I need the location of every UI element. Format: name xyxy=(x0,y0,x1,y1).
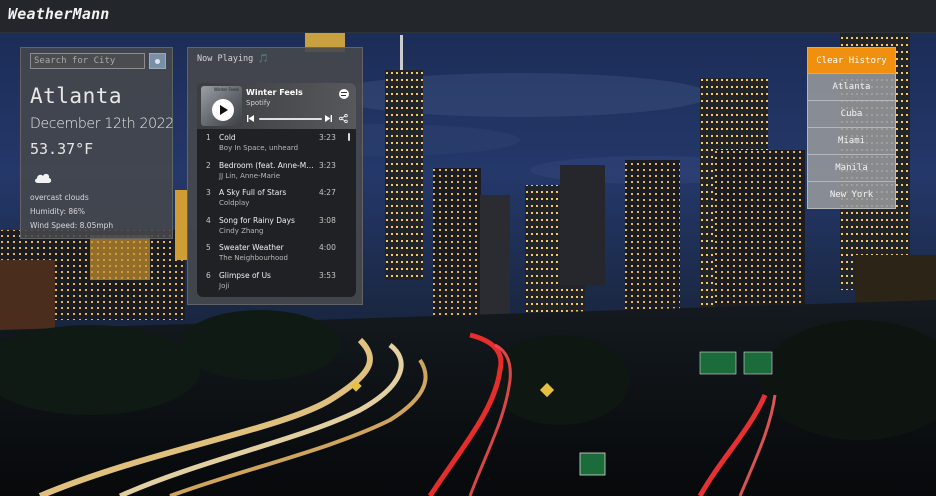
history-city-button[interactable]: Manila xyxy=(807,155,896,182)
track-number: 1 xyxy=(206,133,211,142)
track-row[interactable]: 4 Song for Rainy Days Cindy Zhang 3:08 xyxy=(197,214,356,242)
search-button[interactable] xyxy=(149,53,166,69)
track-row[interactable]: 2 Bedroom (feat. Anne-Mar... JJ Lin, Ann… xyxy=(197,159,356,187)
track-list-scrollbar[interactable] xyxy=(348,133,350,141)
spotify-logo-icon[interactable] xyxy=(339,89,349,99)
playlist-source[interactable]: Spotify xyxy=(246,99,270,107)
clear-history-button[interactable]: Clear History xyxy=(807,47,896,74)
progress-bar[interactable] xyxy=(259,118,322,120)
track-title: Song for Rainy Days xyxy=(219,215,295,225)
track-duration: 3:23 xyxy=(319,160,336,170)
track-title: Glimpse of Us xyxy=(219,270,271,280)
album-art-text: Winter Feels xyxy=(214,87,239,92)
track-number: 2 xyxy=(206,160,211,170)
current-date: December 12th 2022 xyxy=(30,116,174,132)
history-city-button[interactable]: Cuba xyxy=(807,101,896,128)
track-artist: Joji xyxy=(219,281,230,290)
previous-track-icon[interactable] xyxy=(247,115,254,122)
track-list: 1 Cold Boy In Space, unheard 3:23 2 Bedr… xyxy=(197,131,356,296)
wind-speed: Wind Speed: 8.05mph xyxy=(30,221,114,230)
spotify-embed: Winter Feels Winter Feels Spotify 1 Cold… xyxy=(197,83,356,297)
track-row[interactable]: 3 A Sky Full of Stars Coldplay 4:27 xyxy=(197,186,356,214)
album-art: Winter Feels xyxy=(201,86,242,126)
track-duration: 3:08 xyxy=(319,215,336,225)
player-header: Winter Feels Winter Feels Spotify xyxy=(197,83,356,129)
track-number: 3 xyxy=(206,188,211,197)
track-artist: Coldplay xyxy=(219,199,250,207)
next-track-icon[interactable] xyxy=(325,115,332,122)
track-title: Cold xyxy=(219,133,236,142)
search-icon xyxy=(155,58,160,64)
city-search-input[interactable] xyxy=(30,53,145,69)
top-navbar: WeatherMann xyxy=(0,0,936,33)
app-brand[interactable]: WeatherMann xyxy=(8,5,110,23)
history-city-button[interactable]: New York xyxy=(807,182,896,209)
track-duration: 3:23 xyxy=(319,133,336,142)
track-artist: The Neighbourhood xyxy=(219,254,288,262)
track-artist: JJ Lin, Anne-Marie xyxy=(219,171,281,180)
playlist-title[interactable]: Winter Feels xyxy=(246,88,303,97)
weather-panel: Atlanta December 12th 2022 53.37°F overc… xyxy=(20,47,174,239)
play-icon xyxy=(220,105,228,115)
track-duration: 3:53 xyxy=(319,270,336,280)
track-artist: Boy In Space, unheard xyxy=(219,144,299,152)
humidity: Humidity: 86% xyxy=(30,207,86,216)
cloud-icon xyxy=(35,173,52,183)
history-city-button[interactable]: Miami xyxy=(807,128,896,155)
track-duration: 4:00 xyxy=(319,243,336,252)
track-row[interactable]: 5 Sweater Weather The Neighbourhood 4:00 xyxy=(197,241,356,269)
now-playing-title: Now Playing 🎵 xyxy=(197,54,269,64)
track-duration: 4:27 xyxy=(319,188,336,197)
track-row[interactable]: 1 Cold Boy In Space, unheard 3:23 xyxy=(197,131,356,159)
search-row xyxy=(30,53,166,69)
weather-description: overcast clouds xyxy=(30,193,89,202)
city-name: Atlanta xyxy=(30,84,123,108)
track-row[interactable]: 6 Glimpse of Us Joji 3:53 xyxy=(197,269,356,297)
search-history: Clear History Atlanta Cuba Miami Manila … xyxy=(807,47,896,209)
track-title: Bedroom (feat. Anne-Mar... xyxy=(219,160,317,170)
play-button[interactable] xyxy=(212,99,234,121)
track-number: 4 xyxy=(206,215,211,225)
share-icon[interactable] xyxy=(339,114,348,123)
track-number: 5 xyxy=(206,243,211,252)
history-city-button[interactable]: Atlanta xyxy=(807,74,896,101)
track-artist: Cindy Zhang xyxy=(219,226,264,235)
track-title: Sweater Weather xyxy=(219,243,284,252)
now-playing-panel: Now Playing 🎵 Winter Feels Winter Feels … xyxy=(187,47,363,305)
track-title: A Sky Full of Stars xyxy=(219,188,287,197)
track-number: 6 xyxy=(206,270,211,280)
temperature: 53.37°F xyxy=(30,140,94,158)
app-root: WeatherMann Atlanta December 12th 2022 5… xyxy=(0,0,936,496)
